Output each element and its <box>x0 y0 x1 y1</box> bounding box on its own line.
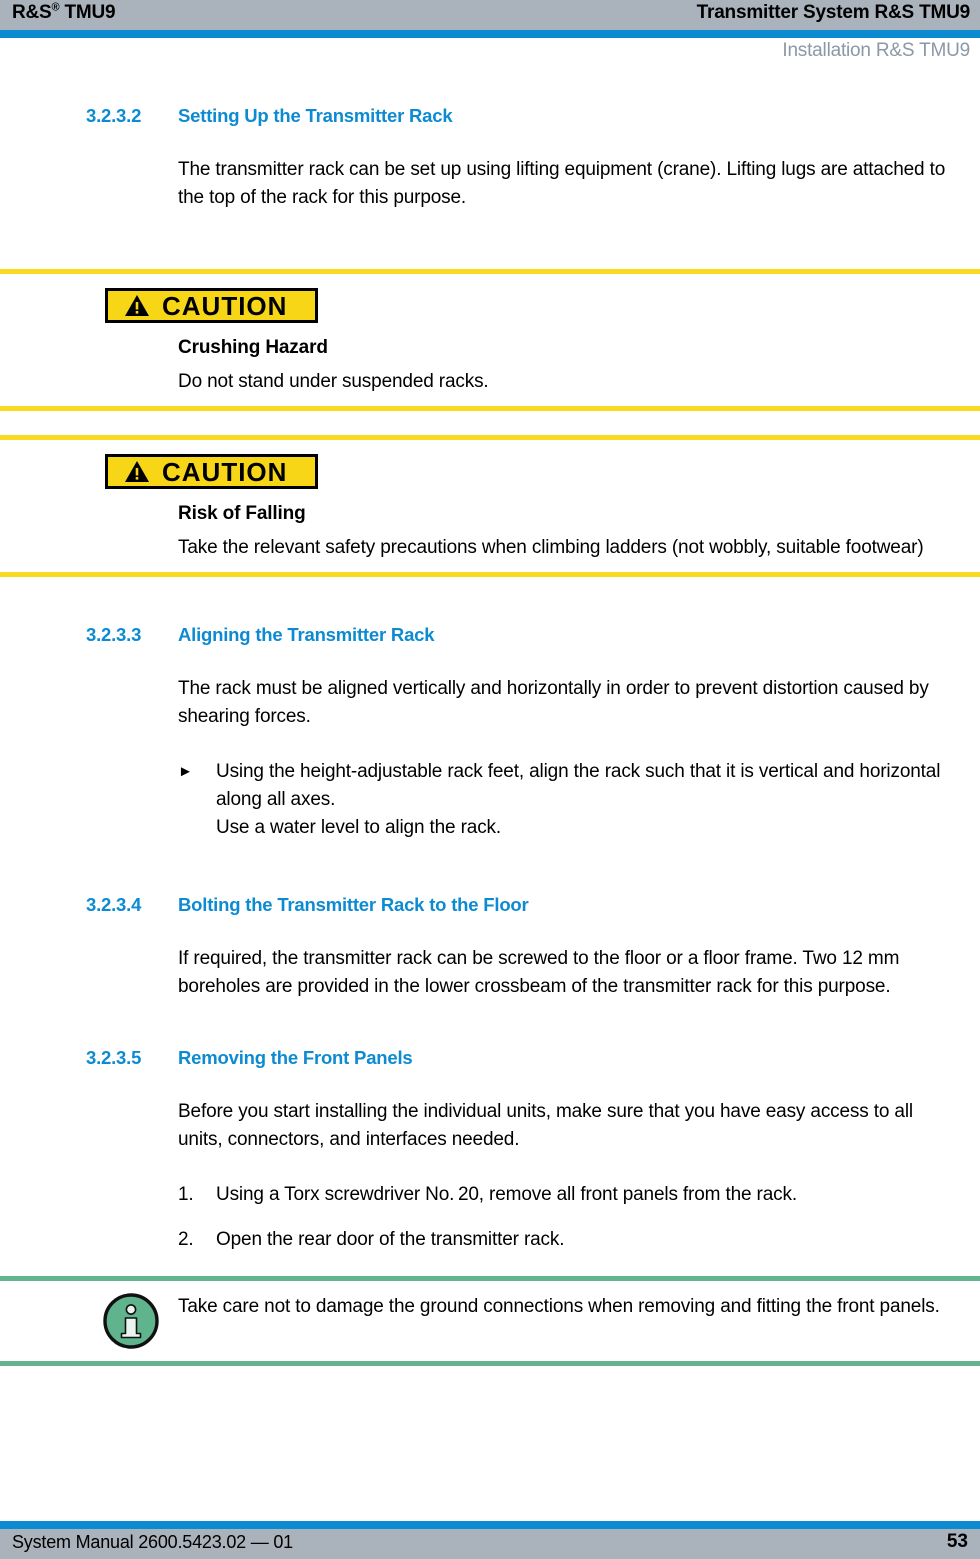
caution-1-badge: CAUTION <box>105 288 318 323</box>
paragraph-3-2-3-5: Before you start installing the individu… <box>178 1101 913 1150</box>
caution-2-text: Take the relevant safety precautions whe… <box>178 537 924 558</box>
spacer-before-note <box>0 1254 980 1276</box>
list-item-continuation: Use a water level to align the rack. <box>178 814 962 842</box>
list-item-number: 1. <box>178 1184 194 1205</box>
header-product-title: R&S® TMU9 <box>12 2 116 24</box>
footer-manual-reference: System Manual 2600.5423.02 — 01 <box>12 1532 293 1552</box>
heading-title: Setting Up the Transmitter Rack <box>178 105 453 126</box>
heading-3-2-3-2: 3.2.3.2 Setting Up the Transmitter Rack <box>0 105 980 127</box>
caution-2-label: CAUTION <box>162 456 288 487</box>
caution-2-title: Risk of Falling <box>178 503 306 524</box>
note-text: Take care not to damage the ground conne… <box>178 1296 940 1317</box>
list-item: ► Using the height-adjustable rack feet,… <box>178 758 962 814</box>
warning-triangle-icon <box>125 294 149 316</box>
spacer-between-cautions <box>0 411 980 435</box>
paragraph-3-2-3-4: If required, the transmitter rack can be… <box>178 948 900 997</box>
bullet-arrow-icon: ► <box>178 763 193 780</box>
heading-title: Aligning the Transmitter Rack <box>178 624 435 645</box>
note-bottom-rule <box>0 1361 980 1366</box>
bullet-list-3-2-3-3: ► Using the height-adjustable rack feet,… <box>0 758 980 842</box>
list-item-text: Using the height-adjustable rack feet, a… <box>216 761 941 810</box>
caution-2-block: CAUTION Risk of Falling Take the relevan… <box>0 440 980 572</box>
heading-3-2-3-3: 3.2.3.3 Aligning the Transmitter Rack <box>0 624 980 646</box>
heading-title: Removing the Front Panels <box>178 1047 413 1068</box>
caution-2-badge: CAUTION <box>105 454 318 489</box>
heading-number: 3.2.3.5 <box>86 1047 142 1068</box>
caution-1-title: Crushing Hazard <box>178 337 328 358</box>
list-item-number: 2. <box>178 1229 194 1250</box>
footer-page-number: 53 <box>946 1531 968 1552</box>
note-block: Take care not to damage the ground conne… <box>0 1281 980 1361</box>
list-item-text: Open the rear door of the transmitter ra… <box>216 1229 565 1250</box>
info-icon <box>103 1293 159 1349</box>
heading-3-2-3-5: 3.2.3.5 Removing the Front Panels <box>0 1047 980 1069</box>
page-footer: System Manual 2600.5423.02 — 01 53 <box>0 1529 980 1559</box>
page-content: 3.2.3.2 Setting Up the Transmitter Rack … <box>0 105 980 1366</box>
paragraph-3-2-3-3: The rack must be aligned vertically and … <box>178 678 929 727</box>
header-chapter-label: Installation R&S TMU9 <box>782 40 970 61</box>
heading-3-2-3-4: 3.2.3.4 Bolting the Transmitter Rack to … <box>0 894 980 916</box>
bullet-spacer <box>178 814 216 842</box>
list-item: 1. Using a Torx screwdriver No. 20, remo… <box>178 1181 962 1209</box>
paragraph-3-2-3-2: The transmitter rack can be set up using… <box>178 159 946 208</box>
heading-number: 3.2.3.4 <box>86 894 142 915</box>
caution-1-text: Do not stand under suspended racks. <box>178 371 489 392</box>
caution-1-block: CAUTION Crushing Hazard Do not stand und… <box>0 274 980 406</box>
list-item-text: Use a water level to align the rack. <box>216 817 502 838</box>
caution-2-bottom-rule <box>0 572 980 577</box>
numbered-list-3-2-3-5: 1. Using a Torx screwdriver No. 20, remo… <box>0 1181 980 1254</box>
heading-number: 3.2.3.2 <box>86 105 142 126</box>
heading-title: Bolting the Transmitter Rack to the Floo… <box>178 894 529 915</box>
header-document-title: Transmitter System R&S TMU9 <box>696 2 971 23</box>
page-header: R&S® TMU9 Transmitter System R&S TMU9 <box>0 0 980 30</box>
list-item-text: Using a Torx screwdriver No. 20, remove … <box>216 1184 797 1205</box>
header-product-name: R&S <box>12 2 52 23</box>
footer-accent-rule <box>0 1521 980 1529</box>
caution-1-label: CAUTION <box>162 290 288 321</box>
heading-number: 3.2.3.3 <box>86 624 142 645</box>
list-item: 2. Open the rear door of the transmitter… <box>178 1226 962 1254</box>
warning-triangle-icon <box>125 460 149 482</box>
header-product-model: TMU9 <box>59 2 116 23</box>
spacer-before-caution-1 <box>0 212 980 269</box>
header-accent-rule <box>0 30 980 38</box>
